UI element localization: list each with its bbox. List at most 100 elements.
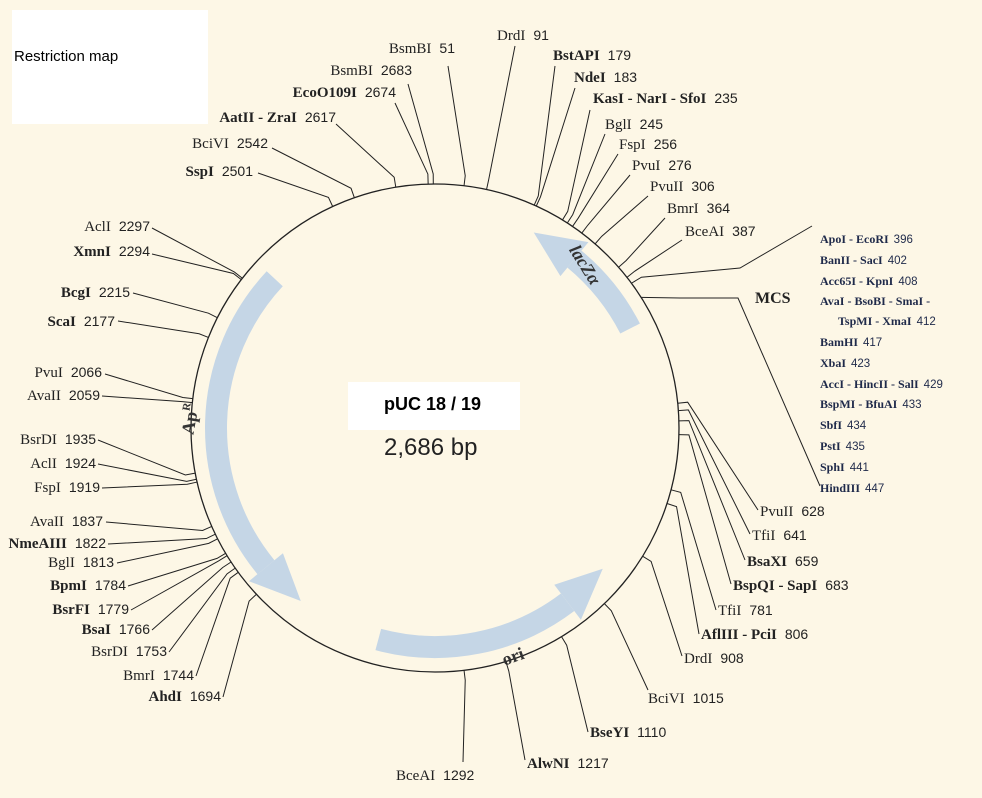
site-bseyi-1110: BseYI 1110 [561,636,666,741]
svg-text:AclI2297: AclI 2297 [84,218,150,235]
mcs-site: PstI 435 [820,437,943,458]
plasmid-name: pUC 18 / 19 [384,394,482,414]
svg-text:AhdI1694: AhdI 1694 [148,688,221,705]
svg-text:BmrI364: BmrI 364 [667,200,730,217]
mcs-site-position: 447 [865,482,885,495]
mcs-site: ApoI - EcoRI 396 [820,230,943,251]
svg-text:SspI2501: SspI 2501 [185,163,253,180]
svg-text:BsrDI1935: BsrDI 1935 [20,431,96,448]
svg-text:BceAI387: BceAI 387 [685,223,756,240]
plasmid-name-box: pUC 18 / 19 [348,382,520,430]
svg-text:BstAPI179: BstAPI 179 [553,47,631,64]
svg-text:BcgI2215: BcgI 2215 [61,284,130,301]
svg-text:BseYI1110: BseYI 1110 [590,724,666,741]
svg-text:BsrFI1779: BsrFI 1779 [52,601,129,618]
plasmid-size: 2,686 bp [384,434,478,461]
mcs-site-name: SphI [820,459,845,474]
mcs-site-position: 408 [898,275,918,288]
mcs-site: XbaI 423 [820,354,943,375]
site-acli-1924: AclI 1924 [30,455,197,482]
svg-text:BsmBI51: BsmBI 51 [389,40,455,57]
site-nmeaiii-1822: NmeAIII 1822 [9,533,216,552]
mcs-site-name: SbfI [820,418,843,433]
svg-text:PvuI2066: PvuI 2066 [35,364,103,381]
mcs-site-position: 417 [863,336,883,349]
site-avaii-2059: AvaII 2059 [27,387,193,404]
svg-text:PvuII628: PvuII 628 [760,503,825,520]
svg-text:BsmBI2683: BsmBI 2683 [330,62,412,79]
mcs-site: AvaI - BsoBI - SmaI - [820,292,943,312]
feature-arrow-apr: ApR [177,271,301,602]
mcs-site-position: 402 [887,254,907,267]
site-bceai-387: BceAI 387 [626,223,756,278]
mcs-leader-bottom [641,296,821,487]
mcs-site: Acc65I - KpnI 408 [820,272,943,293]
mcs-site-name: AccI - HincII - SalI [820,376,919,391]
mcs-site: BanII - SacI 402 [820,251,943,272]
svg-text:AflIII - PciI806: AflIII - PciI 806 [701,626,808,643]
svg-text:BsrDI1753: BsrDI 1753 [91,643,167,660]
mcs-site-name: HindIII [820,480,861,495]
svg-text:TfiI781: TfiI 781 [718,602,773,619]
svg-text:AatII - ZraI2617: AatII - ZraI 2617 [219,109,336,126]
mcs-site-name: BanII - SacI [820,252,883,267]
svg-text:TfiI641: TfiI 641 [752,527,807,544]
feature-label: ApR [177,401,203,436]
svg-text:EcoO109I2674: EcoO109I 2674 [293,84,397,101]
mcs-site-position: 412 [916,316,936,329]
svg-text:FspI1919: FspI 1919 [34,479,100,496]
svg-text:BciVI1015: BciVI 1015 [648,690,724,707]
site-alwni-1217: AlwNI 1217 [505,661,609,772]
svg-text:BciVI2542: BciVI 2542 [192,135,268,152]
svg-text:BpmI1784: BpmI 1784 [50,577,126,594]
svg-text:BspQI - SapI683: BspQI - SapI 683 [733,577,849,594]
mcs-site: HindIII 447 [820,479,943,500]
svg-text:AvaII1837: AvaII 1837 [30,513,103,530]
svg-text:KasI - NarI - SfoI235: KasI - NarI - SfoI 235 [593,90,738,107]
svg-text:XmnI2294: XmnI 2294 [73,243,150,260]
mcs-site-name: Acc65I - KpnI [820,273,894,288]
svg-text:AclI1924: AclI 1924 [30,455,96,472]
site-xmni-2294: XmnI 2294 [73,243,242,280]
mcs-site: TspMI - XmaI 412 [820,312,943,333]
svg-text:BmrI1744: BmrI 1744 [123,667,194,684]
mcs-site-name: AvaI - BsoBI - SmaI - [820,294,931,309]
svg-text:ScaI2177: ScaI 2177 [48,313,116,330]
mcs-label: MCS [755,290,791,307]
mcs-site: SbfI 434 [820,416,943,437]
mcs-site-position: 423 [851,357,871,370]
svg-text:PvuII306: PvuII 306 [650,178,715,195]
mcs-site-position: 441 [849,461,869,474]
mcs-site-position: 435 [845,440,865,453]
mcs-site: AccI - HincII - SalI 429 [820,375,943,396]
mcs-site-position: 433 [902,399,922,412]
svg-text:DrdI908: DrdI 908 [684,650,744,667]
svg-text:DrdI91: DrdI 91 [497,27,549,44]
mcs-site-name: XbaI [820,355,847,370]
site-bceai-1292: BceAI 1292 [396,670,475,784]
mcs-site: BamHI 417 [820,333,943,354]
svg-text:AvaII2059: AvaII 2059 [27,387,100,404]
mcs-site-name: PstI [820,438,841,453]
mcs-site-position: 434 [847,420,867,433]
mcs-site-name: BamHI [820,334,859,349]
site-bcivi-2542: BciVI 2542 [192,135,355,198]
feature-arrow-laczα: lacZα [533,232,640,334]
site-pvui-276: PvuI 276 [581,157,692,234]
mcs-site-name: ApoI - EcoRI [820,232,889,246]
mcs-site-list: ApoI - EcoRI 396 BanII - SacI 402 Acc65I - K… [820,230,943,499]
site-sspi-2501: SspI 2501 [185,163,334,207]
svg-text:PvuI276: PvuI 276 [632,157,692,174]
site-drdi-91: DrdI 91 [486,27,549,190]
mcs-site: SphI 441 [820,458,943,479]
mcs-site-name: TspMI - XmaI [838,314,912,329]
svg-text:BsaI1766: BsaI 1766 [82,621,151,638]
svg-text:BglI245: BglI 245 [605,116,663,133]
site-pvuii-628: PvuII 628 [677,401,825,520]
mcs-site: BspMI - BfuAI 433 [820,395,943,416]
site-fspi-1919: FspI 1919 [34,479,198,496]
site-tfii-641: TfiI 641 [678,409,807,544]
mcs-site-position: 429 [923,378,943,391]
mcs-site-name: BspMI - BfuAI [820,397,898,412]
svg-text:NmeAIII1822: NmeAIII 1822 [9,535,107,552]
